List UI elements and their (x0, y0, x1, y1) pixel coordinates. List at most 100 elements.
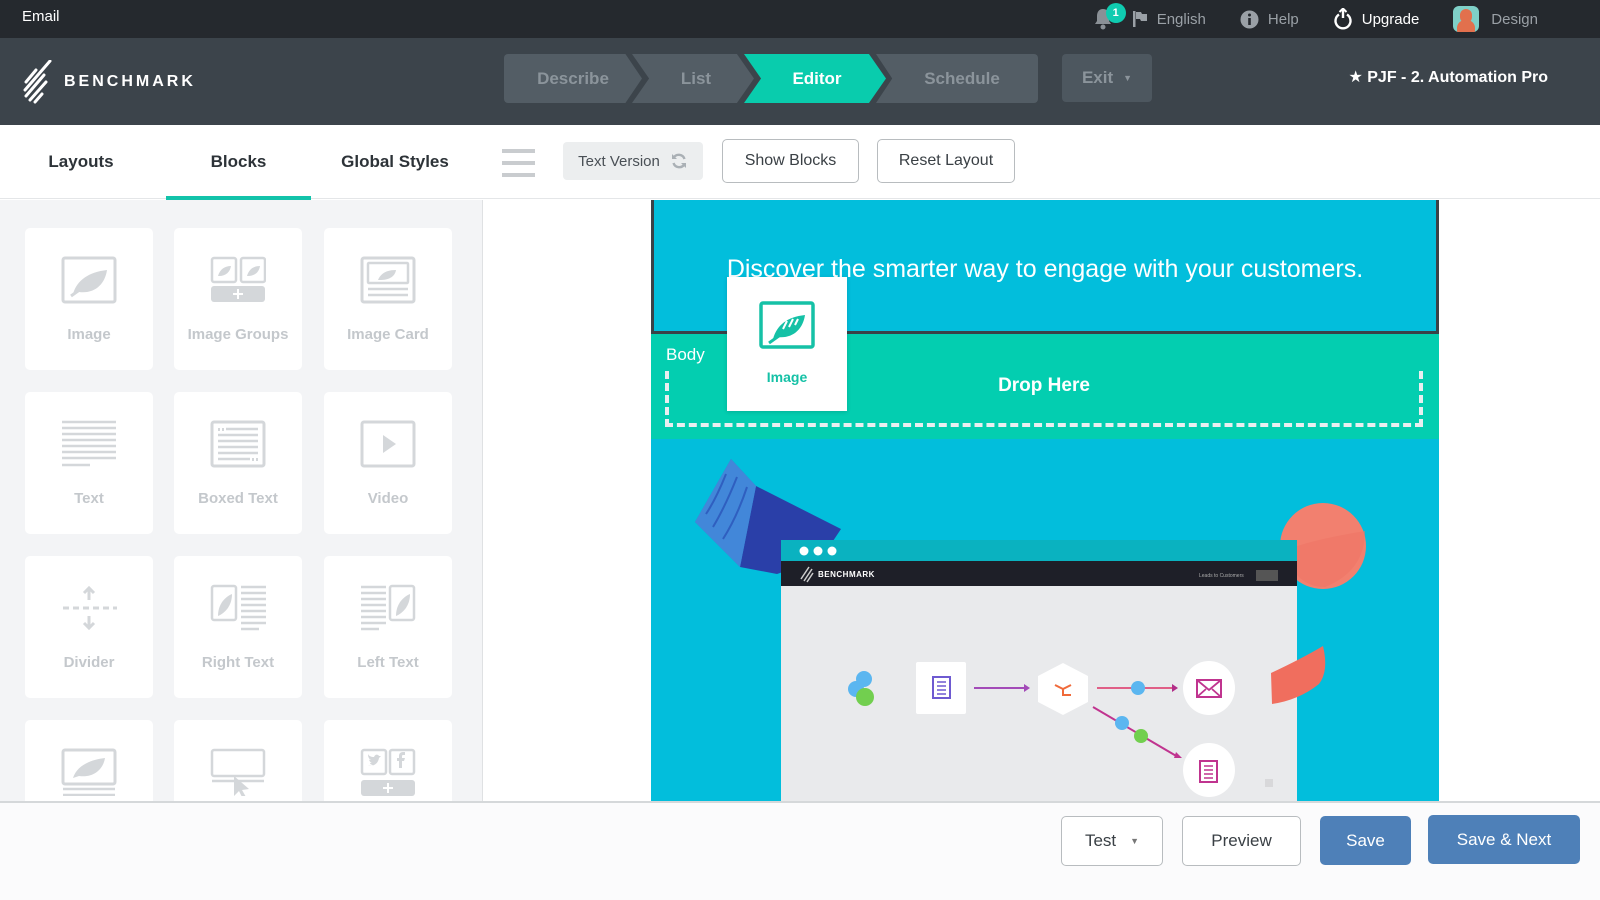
tab-label: Global Styles (341, 152, 449, 171)
notifications-button[interactable]: 1 (1092, 3, 1126, 31)
illustration-nav: Leads to Customers (1199, 573, 1244, 579)
left-text-icon (361, 584, 416, 631)
exit-button[interactable]: Exit ▼ (1062, 54, 1152, 102)
account-label: PJF - 2. Automation Pro (1367, 69, 1548, 86)
social-icon (360, 748, 416, 796)
save-next-button[interactable]: Save & Next (1428, 815, 1580, 864)
footer-bar: Test ▼ Preview Save Save & Next (0, 801, 1600, 900)
block-image-card[interactable]: Image Card (324, 228, 452, 370)
block-label: Left Text (357, 654, 419, 671)
button-icon (210, 748, 266, 796)
notification-badge: 1 (1105, 3, 1126, 23)
block-image[interactable]: Image (25, 228, 153, 370)
save-button[interactable]: Save (1320, 816, 1411, 865)
step-label: List (680, 68, 712, 88)
caret-down-icon: ▼ (1130, 836, 1140, 846)
reset-layout-button[interactable]: Reset Layout (877, 139, 1015, 183)
save-label: Save (1346, 830, 1385, 850)
user-name: Design (1491, 10, 1538, 28)
caret-down-icon: ▼ (1123, 73, 1133, 83)
block-left-text[interactable]: Left Text (324, 556, 452, 698)
benchmark-logo[interactable]: BENCHMARK (22, 60, 196, 104)
step-list[interactable]: List (632, 54, 754, 103)
exit-label: Exit (1081, 68, 1114, 87)
block-label: Video (367, 490, 409, 507)
help-label: Help (1267, 10, 1299, 28)
language-label: English (1156, 10, 1206, 28)
block-label: Right Text (201, 654, 275, 671)
top-nav: 1 English Help Upgrade Design (1092, 0, 1600, 38)
block-boxed-text[interactable]: Boxed Text (174, 392, 302, 534)
block-label: Divider (63, 654, 115, 671)
email-canvas: Discover the smarter way to engage with … (484, 200, 1600, 802)
wizard-steps: Describe List Editor Schedule (504, 54, 1038, 103)
body-label: Body (666, 345, 705, 364)
image-caption-icon (61, 748, 117, 796)
upgrade-label: Upgrade (1361, 10, 1420, 28)
editor-toolbar: Layouts Blocks Global Styles Text Versio… (0, 125, 1600, 200)
preview-button[interactable]: Preview (1182, 816, 1301, 866)
tab-label: Layouts (48, 152, 114, 171)
app-title: Email (22, 8, 60, 25)
boxed-text-icon (210, 420, 266, 468)
divider-icon (63, 585, 117, 631)
block-right-text[interactable]: Right Text (174, 556, 302, 698)
avatar (1453, 6, 1480, 32)
refresh-icon (670, 152, 688, 170)
user-menu[interactable]: Design (1453, 6, 1538, 32)
main-header: BENCHMARK Describe List Editor Schedule … (0, 38, 1600, 125)
block-text[interactable]: Text (25, 392, 153, 534)
image-groups-icon (210, 256, 266, 302)
save-next-label: Save & Next (1456, 829, 1552, 849)
flag-icon (1132, 10, 1148, 28)
preview-label: Preview (1211, 831, 1272, 850)
step-label: Editor (792, 68, 842, 88)
show-blocks-button[interactable]: Show Blocks (722, 139, 859, 183)
reset-layout-label: Reset Layout (898, 152, 994, 169)
block-label: Boxed Text (198, 490, 278, 507)
block-label: Image Groups (187, 326, 289, 343)
dragging-block-label: Image (766, 369, 808, 385)
step-editor[interactable]: Editor (744, 54, 886, 103)
test-label: Test (1084, 831, 1117, 850)
info-icon (1240, 10, 1259, 29)
blocks-panel: Image Image Groups Image Card Text Boxed… (0, 200, 483, 802)
block-label: Image Card (347, 326, 429, 343)
tab-label: Blocks (210, 152, 267, 171)
menu-icon[interactable] (502, 149, 535, 177)
tab-global-styles[interactable]: Global Styles (330, 125, 460, 199)
image-icon (759, 301, 815, 349)
image-icon (61, 256, 117, 304)
block-label: Image (67, 326, 111, 343)
dragging-image-block[interactable]: Image (727, 277, 847, 411)
text-version-button[interactable]: Text Version (563, 142, 703, 180)
logo-text: BENCHMARK (64, 73, 196, 90)
step-describe[interactable]: Describe (504, 54, 642, 103)
block-video[interactable]: Video (324, 392, 452, 534)
step-label: Schedule (924, 68, 1000, 88)
test-button[interactable]: Test ▼ (1061, 816, 1163, 866)
upgrade-link[interactable]: Upgrade (1333, 8, 1420, 30)
block-image-groups[interactable]: Image Groups (174, 228, 302, 370)
block-divider[interactable]: Divider (25, 556, 153, 698)
block-image-caption[interactable] (25, 720, 153, 802)
right-text-icon (210, 584, 266, 631)
star-icon: ★ (1348, 69, 1363, 86)
language-selector[interactable]: English (1132, 10, 1206, 28)
text-version-label: Text Version (578, 152, 660, 170)
automation-illustration: BENCHMARK Leads to Customers (695, 459, 1366, 802)
text-icon (62, 420, 116, 467)
video-icon (360, 420, 416, 468)
block-social[interactable] (324, 720, 452, 802)
top-bar: Email 1 English Help Upgrade Design (0, 0, 1600, 38)
step-label: Describe (537, 68, 609, 88)
tab-blocks[interactable]: Blocks (166, 125, 311, 200)
account-name: ★ PJF - 2. Automation Pro (1348, 67, 1548, 87)
show-blocks-label: Show Blocks (744, 152, 837, 169)
block-button[interactable] (174, 720, 302, 802)
block-label: Text (74, 490, 104, 507)
step-schedule[interactable]: Schedule (876, 54, 1038, 103)
help-link[interactable]: Help (1240, 10, 1299, 29)
tab-layouts[interactable]: Layouts (20, 125, 142, 199)
logo-mark-icon (23, 60, 52, 104)
